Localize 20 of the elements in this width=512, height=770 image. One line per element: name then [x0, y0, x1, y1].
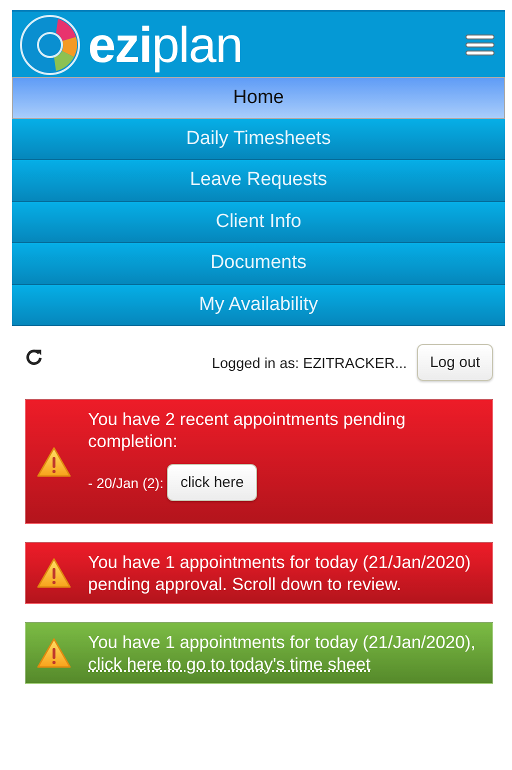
nav-item[interactable]: My Availability — [12, 284, 505, 326]
warning-icon — [36, 557, 72, 589]
logout-button[interactable]: Log out — [416, 344, 493, 381]
logged-in-text: Logged in as: EZITRACKER... — [212, 356, 407, 372]
refresh-icon[interactable] — [25, 348, 43, 366]
alert-message: You have 2 recent appointments pending completion: — [88, 408, 407, 452]
alert-message: You have 1 appointments for today (21/Jan/2020) pending approval. Scroll down to review. — [88, 551, 472, 595]
nav-item[interactable]: Leave Requests — [12, 160, 505, 202]
timesheet-link[interactable]: click here to go to today's time sheet — [88, 654, 371, 674]
menu-icon[interactable] — [465, 32, 495, 56]
nav-item[interactable]: Documents — [12, 243, 505, 284]
warning-icon — [36, 446, 72, 478]
nav-item[interactable]: Home — [12, 77, 505, 118]
alert-message: You have 1 appointments for today (21/Jan/2020), click here to go to today's time sheet — [88, 631, 477, 675]
nav-item[interactable]: Daily Timesheets — [12, 118, 505, 160]
click-here-button[interactable]: click here — [167, 464, 257, 501]
logo-text: eziplan — [88, 16, 242, 74]
warning-icon — [36, 637, 72, 669]
nav-item[interactable]: Client Info — [12, 202, 505, 243]
appointment-date: - 20/Jan (2): — [88, 474, 164, 490]
